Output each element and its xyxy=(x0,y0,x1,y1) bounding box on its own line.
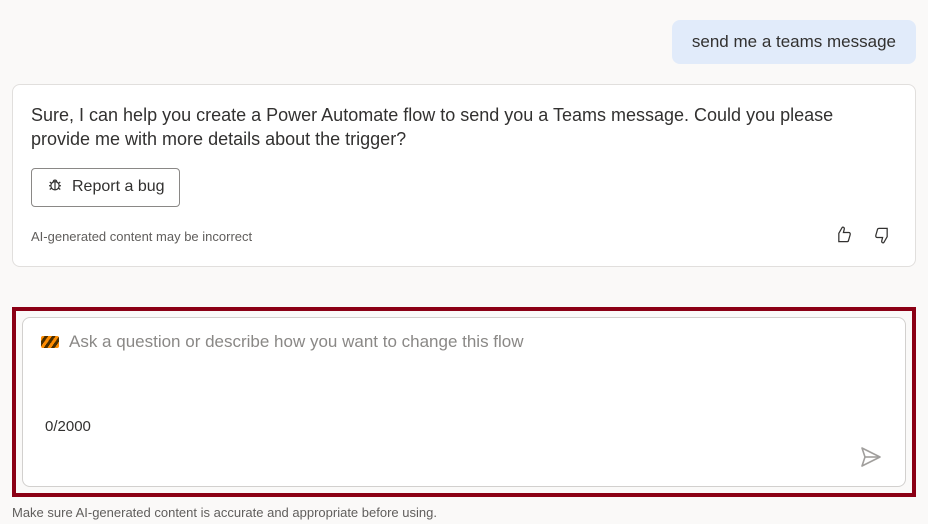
ai-disclaimer-text: AI-generated content may be incorrect xyxy=(31,229,252,244)
send-row xyxy=(41,441,887,476)
thumbs-up-button[interactable] xyxy=(829,221,857,252)
user-message-row: send me a teams message xyxy=(12,20,916,64)
ai-message-text: Sure, I can help you create a Power Auto… xyxy=(31,103,897,152)
bottom-disclaimer: Make sure AI-generated content is accura… xyxy=(12,505,916,520)
thumbs-down-button[interactable] xyxy=(869,221,897,252)
user-message-bubble: send me a teams message xyxy=(672,20,916,64)
report-bug-button[interactable]: Report a bug xyxy=(31,168,180,207)
input-row: Ask a question or describe how you want … xyxy=(41,332,887,352)
bug-icon xyxy=(46,176,64,199)
thumbs-up-icon xyxy=(833,233,853,248)
input-highlight-wrapper: Ask a question or describe how you want … xyxy=(12,307,916,497)
char-counter: 0/2000 xyxy=(41,418,887,435)
chat-input-card[interactable]: Ask a question or describe how you want … xyxy=(22,317,906,487)
send-icon xyxy=(859,457,883,472)
ai-message-footer: AI-generated content may be incorrect xyxy=(31,221,897,252)
feedback-buttons xyxy=(829,221,897,252)
ai-message-card: Sure, I can help you create a Power Auto… xyxy=(12,84,916,267)
thumbs-down-icon xyxy=(873,233,893,248)
chat-area: send me a teams message Sure, I can help… xyxy=(12,12,916,307)
send-button[interactable] xyxy=(855,441,887,476)
chat-input-placeholder: Ask a question or describe how you want … xyxy=(69,332,524,352)
user-message-text: send me a teams message xyxy=(692,32,896,51)
report-bug-label: Report a bug xyxy=(72,178,165,196)
loading-indicator-icon xyxy=(41,336,59,348)
